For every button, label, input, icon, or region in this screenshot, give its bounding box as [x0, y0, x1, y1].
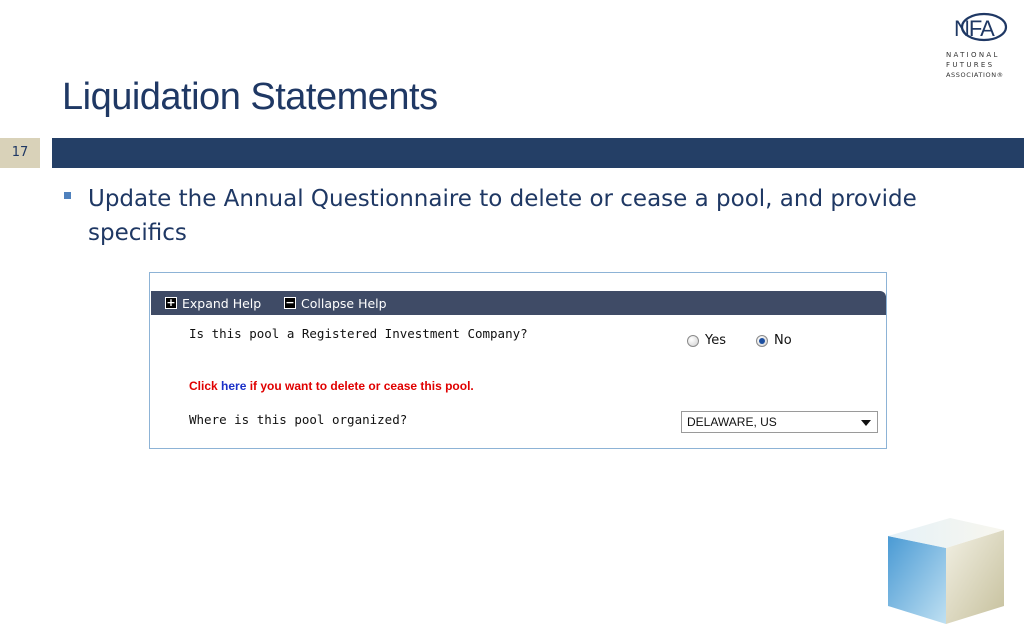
- radio-yes-icon[interactable]: [687, 334, 699, 347]
- expand-help-label: Expand Help: [182, 295, 262, 311]
- help-toolbar: + Expand Help − Collapse Help: [151, 291, 886, 315]
- logo-line-3: ASSOCIATION®: [946, 71, 1004, 79]
- nfa-logo-icon: NFA: [954, 12, 1008, 42]
- question-org: Where is this pool organized?: [189, 412, 408, 427]
- logo-line-1: NATIONAL: [946, 51, 1000, 59]
- expand-help-button[interactable]: + Expand Help: [165, 295, 262, 311]
- page-number: 17: [0, 138, 40, 168]
- radio-no-label: No: [774, 333, 792, 348]
- chevron-down-icon[interactable]: [861, 420, 871, 426]
- question-ric: Is this pool a Registered Investment Com…: [189, 326, 528, 341]
- radio-yes[interactable]: Yes: [687, 333, 726, 348]
- notice-suffix: if you want to delete or cease this pool…: [246, 379, 474, 393]
- organization-select-value: DELAWARE, US: [687, 415, 777, 429]
- notice-prefix: Click: [189, 379, 222, 393]
- nfa-logo: NFA NATIONAL FUTURES ASSOCIATION®: [944, 10, 1014, 80]
- logo-wordmark: NATIONAL FUTURES ASSOCIATION®: [946, 50, 1004, 80]
- delete-pool-notice: Click here if you want to delete or ceas…: [189, 379, 474, 393]
- logo-line-2: FUTURES: [946, 61, 995, 69]
- collapse-help-button[interactable]: − Collapse Help: [284, 295, 387, 311]
- title-bar: [52, 138, 1024, 168]
- radio-no[interactable]: No: [756, 333, 792, 348]
- bullet-icon: [64, 192, 71, 199]
- plus-icon: +: [165, 296, 177, 309]
- organization-select[interactable]: DELAWARE, US: [681, 411, 878, 433]
- radio-yes-label: Yes: [705, 333, 726, 348]
- decorative-cube: [888, 518, 1004, 624]
- logo-abbr: NFA: [954, 16, 995, 41]
- slide-title: Liquidation Statements: [62, 76, 438, 118]
- questionnaire-screenshot: + Expand Help − Collapse Help Is this po…: [149, 272, 887, 449]
- minus-icon: −: [284, 296, 296, 309]
- radio-no-icon[interactable]: [756, 334, 768, 347]
- delete-pool-link[interactable]: here: [221, 379, 246, 393]
- collapse-help-label: Collapse Help: [301, 295, 387, 311]
- bullet-text: Update the Annual Questionnaire to delet…: [88, 186, 917, 246]
